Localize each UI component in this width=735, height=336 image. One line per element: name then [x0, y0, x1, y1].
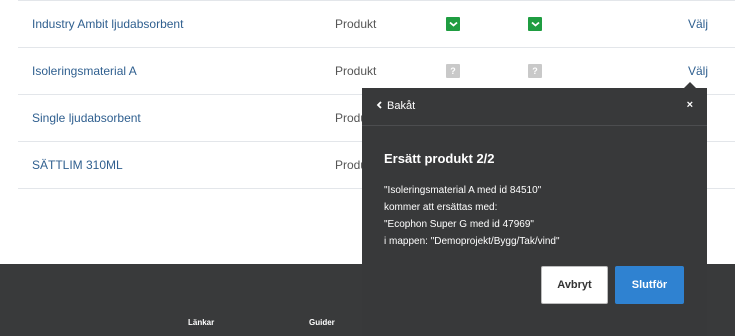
back-button[interactable]: Bakåt [376, 100, 415, 112]
check-icon [446, 17, 460, 31]
cancel-button[interactable]: Avbryt [541, 266, 608, 304]
product-type: Produkt [335, 64, 377, 78]
select-link[interactable]: Välj [688, 64, 708, 78]
message-line: kommer att ersättas med: [384, 202, 498, 213]
question-icon: ? [446, 64, 460, 78]
popup-header: Bakåt × [362, 88, 707, 126]
popup-title: Ersätt produkt 2/2 [384, 151, 495, 166]
footer-heading-links: Länkar [188, 318, 215, 327]
product-name-link[interactable]: Industry Ambit ljudabsorbent [32, 17, 183, 31]
finish-button[interactable]: Slutför [615, 266, 684, 304]
close-icon[interactable]: × [687, 99, 693, 111]
select-link[interactable]: Välj [688, 17, 708, 31]
back-label: Bakåt [387, 100, 416, 112]
product-name-link[interactable]: Isoleringsmaterial A [32, 64, 137, 78]
popup-message: "Isoleringsmaterial A med id 84510" komm… [384, 182, 689, 250]
message-line: "Isoleringsmaterial A med id 84510" [384, 185, 542, 196]
message-line: i mappen: "Demoprojekt/Bygg/Tak/vind" [384, 236, 560, 247]
footer-heading-guides: Guider [309, 318, 335, 327]
product-type: Produkt [335, 17, 377, 31]
table-row: Industry Ambit ljudabsorbent Produkt Väl… [18, 0, 735, 48]
check-icon [528, 17, 542, 31]
question-icon: ? [528, 64, 542, 78]
chevron-left-icon [376, 100, 382, 112]
product-name-link[interactable]: Single ljudabsorbent [32, 111, 141, 125]
replace-product-popup: Bakåt × Ersätt produkt 2/2 "Isoleringsma… [362, 82, 707, 336]
message-line: "Ecophon Super G med id 47969" [384, 219, 534, 230]
product-name-link[interactable]: SÄTTLIM 310ML [32, 158, 123, 172]
